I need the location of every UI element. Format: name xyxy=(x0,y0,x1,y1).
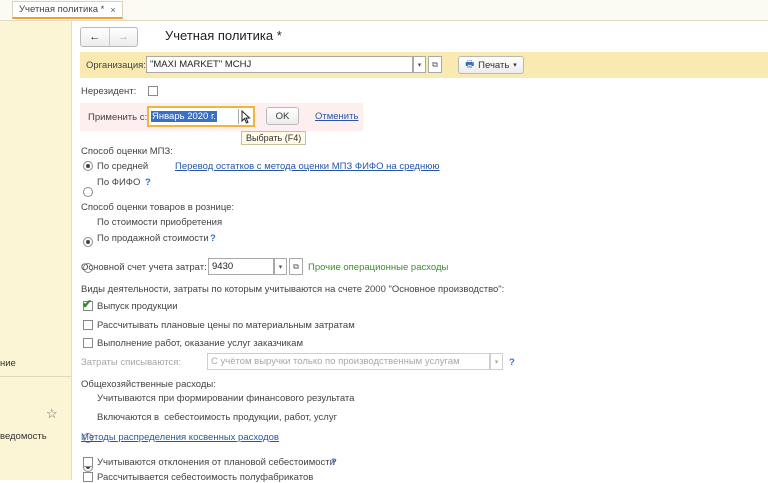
close-icon[interactable]: × xyxy=(110,5,115,15)
mpz-average-label[interactable]: По средней xyxy=(97,161,148,172)
date-value: Январь 2020 г. xyxy=(151,111,217,122)
open-icon[interactable]: ⧉ xyxy=(289,258,303,275)
forward-button[interactable]: → xyxy=(110,28,138,46)
nav-buttons: ← → xyxy=(80,27,138,47)
mpz-fifo-label[interactable]: По ФИФО xyxy=(97,177,140,188)
mpz-average-radio[interactable] xyxy=(83,161,93,171)
tab-label: Учетная политика * xyxy=(19,4,105,15)
writeoff-select: С учётом выручки только по производствен… xyxy=(207,353,490,370)
apply-from-label: Применить с: xyxy=(88,112,148,123)
print-label: Печать xyxy=(478,59,510,71)
printer-icon: 🖶 xyxy=(465,59,475,70)
open-icon[interactable]: ⧉ xyxy=(428,56,442,73)
activity-planned-prices-label[interactable]: Рассчитывать плановые цены по материальн… xyxy=(97,320,355,331)
cost-account-label: Основной счет учета затрат: xyxy=(81,262,207,273)
semifinished-checkbox[interactable] xyxy=(83,472,93,482)
semifinished-label[interactable]: Рассчитывается себестоимость полуфабрика… xyxy=(97,472,313,483)
back-button[interactable]: ← xyxy=(81,28,110,46)
cost-account-input[interactable]: 9430 xyxy=(208,258,274,275)
overhead-financial-label[interactable]: Учитываются при формировании финансового… xyxy=(97,393,354,404)
indirect-methods-link[interactable]: Методы распределения косвенных расходов xyxy=(81,432,279,443)
retail-heading: Способ оценки товаров в рознице: xyxy=(81,202,235,213)
help-icon[interactable]: ? xyxy=(145,177,151,188)
print-button[interactable]: 🖶 Печать ▾ xyxy=(458,56,524,74)
page-title: Учетная политика * xyxy=(165,28,282,43)
sidebar-divider xyxy=(0,376,71,377)
retail-purchase-radio[interactable] xyxy=(83,237,93,247)
overhead-cost-label[interactable]: Включаются в себестоимость продукции, ра… xyxy=(97,412,337,423)
help-icon[interactable]: ? xyxy=(210,233,216,244)
tooltip: Выбрать (F4) xyxy=(241,131,307,145)
cost-account-description: Прочие операционные расходы xyxy=(308,262,449,273)
sidebar: ние ☆ ведомость xyxy=(0,21,72,480)
tab-uchetnaya-politika[interactable]: Учетная политика * × xyxy=(12,1,123,19)
nonresident-checkbox[interactable] xyxy=(148,86,158,96)
organization-input[interactable]: "MAXI MARKET" MCHJ xyxy=(146,56,413,73)
retail-purchase-label[interactable]: По стоимости приобретения xyxy=(97,217,222,228)
activity-services-label[interactable]: Выполнение работ, оказание услуг заказчи… xyxy=(97,338,303,349)
cancel-link[interactable]: Отменить xyxy=(315,111,358,122)
chevron-down-icon[interactable]: ▾ xyxy=(274,258,287,275)
star-icon[interactable]: ☆ xyxy=(46,406,58,422)
chevron-down-icon[interactable]: ▾ xyxy=(413,56,426,73)
plan-deviation-checkbox[interactable] xyxy=(83,457,93,467)
activities-heading: Виды деятельности, затраты по которым уч… xyxy=(81,284,505,295)
help-icon[interactable]: ? xyxy=(331,457,337,468)
check-icon: ✔ xyxy=(82,297,93,311)
chevron-down-icon: ▾ xyxy=(513,62,517,69)
sidebar-item-vedomost[interactable]: ведомость xyxy=(0,431,47,442)
help-icon[interactable]: ? xyxy=(509,357,515,368)
chevron-down-icon: ▾ xyxy=(490,353,503,370)
plan-deviation-label[interactable]: Учитываются отклонения от плановой себес… xyxy=(97,457,335,468)
mpz-transfer-link[interactable]: Перевод остатков с метода оценки МПЗ ФИФ… xyxy=(175,161,439,172)
retail-sale-label[interactable]: По продажной стоимости xyxy=(97,233,209,244)
sidebar-item-partial[interactable]: ние xyxy=(0,358,16,369)
writeoff-label: Затраты списываются: xyxy=(81,357,182,368)
activity-services-checkbox[interactable] xyxy=(83,338,93,348)
activity-planned-prices-checkbox[interactable] xyxy=(83,320,93,330)
activity-production-label[interactable]: Выпуск продукции xyxy=(97,301,178,312)
ok-button[interactable]: OK xyxy=(266,107,299,125)
organization-label: Организация: xyxy=(86,60,146,71)
overhead-heading: Общехозяйственные расходы: xyxy=(81,379,216,390)
mpz-heading: Способ оценки МПЗ: xyxy=(81,146,173,157)
mouse-cursor-icon xyxy=(241,109,251,127)
nonresident-label: Нерезидент: xyxy=(81,86,137,97)
mpz-fifo-radio[interactable] xyxy=(83,187,93,197)
tab-bar: Учетная политика * × xyxy=(0,0,768,21)
field-divider xyxy=(238,109,239,124)
